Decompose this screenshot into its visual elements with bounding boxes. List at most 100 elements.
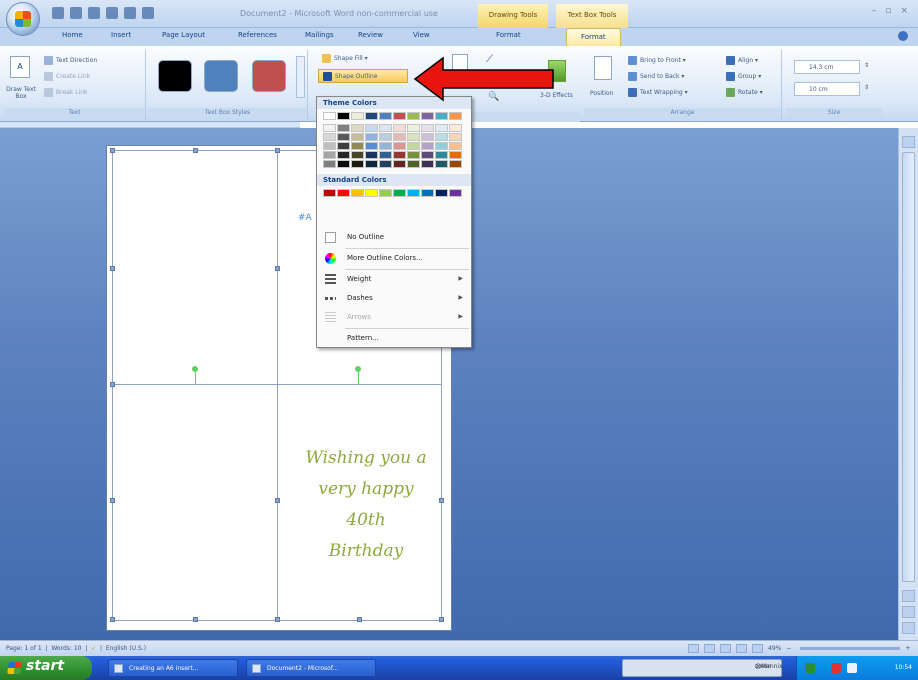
color-swatch[interactable] [449, 151, 462, 159]
color-swatch[interactable] [421, 160, 434, 168]
tab-page-layout[interactable]: Page Layout [162, 31, 205, 39]
color-swatch[interactable] [407, 189, 420, 197]
color-swatch[interactable] [351, 112, 364, 120]
zoom-out-icon[interactable]: − [786, 645, 791, 652]
color-swatch[interactable] [379, 133, 392, 141]
color-swatch[interactable] [365, 112, 378, 120]
restore-icon[interactable]: ▫ [885, 6, 891, 16]
browse-object-icon[interactable] [902, 606, 915, 618]
create-link-button[interactable]: Create Link [44, 72, 90, 81]
tray-app-icon[interactable] [805, 663, 815, 673]
color-swatch[interactable] [365, 142, 378, 150]
style-swatch-blue[interactable] [204, 60, 238, 92]
color-swatch[interactable] [365, 160, 378, 168]
resize-handle[interactable] [110, 617, 115, 622]
web-layout-icon[interactable] [720, 644, 731, 653]
resize-handle[interactable] [110, 498, 115, 503]
resize-handle[interactable] [193, 148, 198, 153]
color-swatch[interactable] [379, 189, 392, 197]
resize-handle[interactable] [275, 498, 280, 503]
color-swatch[interactable] [337, 142, 350, 150]
tab-references[interactable]: References [238, 31, 277, 39]
color-swatch[interactable] [323, 133, 336, 141]
send-to-back-button[interactable]: Send to Back ▾ [628, 72, 684, 81]
break-link-button[interactable]: Break Link [44, 88, 88, 97]
zoom-level[interactable]: 49% [768, 645, 781, 652]
next-page-icon[interactable] [902, 622, 915, 634]
resize-handle[interactable] [193, 617, 198, 622]
color-swatch[interactable] [407, 160, 420, 168]
color-swatch[interactable] [351, 133, 364, 141]
print-icon[interactable] [124, 7, 136, 19]
color-swatch[interactable] [449, 189, 462, 197]
text-wrapping-button[interactable]: Text Wrapping ▾ [628, 88, 688, 97]
redo-icon[interactable] [88, 7, 100, 19]
color-swatch[interactable] [379, 112, 392, 120]
page-count[interactable]: Page: 1 of 1 [6, 645, 42, 652]
tab-format-drawing[interactable]: Format [496, 31, 521, 39]
tray-network-icon[interactable] [847, 663, 857, 673]
resize-handle[interactable] [275, 617, 280, 622]
color-swatch[interactable] [323, 124, 336, 132]
height-spinner[interactable]: ⇕ [864, 62, 869, 69]
position-button[interactable]: Position [590, 90, 613, 97]
zoom-in-icon[interactable]: + [905, 645, 910, 652]
color-swatch[interactable] [351, 124, 364, 132]
language-indicator[interactable]: English (U.S.) [106, 645, 146, 652]
tab-view[interactable]: View [413, 31, 430, 39]
no-outline-item[interactable]: No Outline [317, 228, 471, 247]
color-swatch[interactable] [379, 124, 392, 132]
align-button[interactable]: Align ▾ [726, 56, 758, 65]
color-swatch[interactable] [435, 112, 448, 120]
shape-outline-button[interactable]: Shape Outline [318, 69, 408, 83]
color-swatch[interactable] [421, 151, 434, 159]
zoom-slider[interactable] [800, 647, 901, 650]
save-icon[interactable] [52, 7, 64, 19]
color-swatch[interactable] [421, 112, 434, 120]
color-swatch[interactable] [421, 189, 434, 197]
position-icon[interactable] [594, 56, 612, 80]
color-swatch[interactable] [435, 142, 448, 150]
color-swatch[interactable] [351, 142, 364, 150]
tab-review[interactable]: Review [358, 31, 383, 39]
tab-mailings[interactable]: Mailings [305, 31, 334, 39]
color-swatch[interactable] [393, 133, 406, 141]
tab-insert[interactable]: Insert [111, 31, 131, 39]
shape-fill-button[interactable]: Shape Fill ▾ [322, 54, 368, 63]
start-button[interactable]: start [0, 656, 92, 680]
tray-alert-icon[interactable] [831, 663, 841, 673]
outline-view-icon[interactable] [736, 644, 747, 653]
resize-handle[interactable] [357, 617, 362, 622]
word-count[interactable]: Words: 10 [51, 645, 81, 652]
print-layout-view-icon[interactable] [688, 644, 699, 653]
more-outline-colors-item[interactable]: More Outline Colors... [317, 249, 471, 268]
color-swatch[interactable] [323, 142, 336, 150]
resize-handle[interactable] [110, 382, 115, 387]
print-preview-icon[interactable] [106, 7, 118, 19]
prev-page-icon[interactable] [902, 590, 915, 602]
weight-item[interactable]: Weight ▶ [317, 270, 471, 289]
color-swatch[interactable] [351, 160, 364, 168]
color-swatch[interactable] [421, 133, 434, 141]
color-swatch[interactable] [365, 133, 378, 141]
resize-handle[interactable] [110, 266, 115, 271]
pattern-item[interactable]: Pattern... [317, 329, 471, 348]
proofing-icon[interactable]: ✓ [91, 645, 96, 652]
color-swatch[interactable] [449, 142, 462, 150]
minimize-icon[interactable]: – [872, 6, 877, 16]
resize-handle[interactable] [275, 148, 280, 153]
color-swatch[interactable] [323, 160, 336, 168]
undo-icon[interactable] [70, 7, 82, 19]
color-swatch[interactable] [323, 189, 336, 197]
vertical-scrollbar[interactable] [898, 128, 918, 640]
color-swatch[interactable] [365, 151, 378, 159]
office-button[interactable] [6, 2, 40, 36]
taskbar-zoom-app[interactable]: zoom @Mannix [622, 659, 783, 677]
close-icon[interactable]: × [900, 6, 908, 16]
full-screen-reading-icon[interactable] [704, 644, 715, 653]
color-swatch[interactable] [435, 160, 448, 168]
shape-height-input[interactable]: 14.3 cm [794, 60, 860, 74]
color-swatch[interactable] [393, 160, 406, 168]
group-button[interactable]: Group ▾ [726, 72, 761, 81]
color-swatch[interactable] [351, 151, 364, 159]
